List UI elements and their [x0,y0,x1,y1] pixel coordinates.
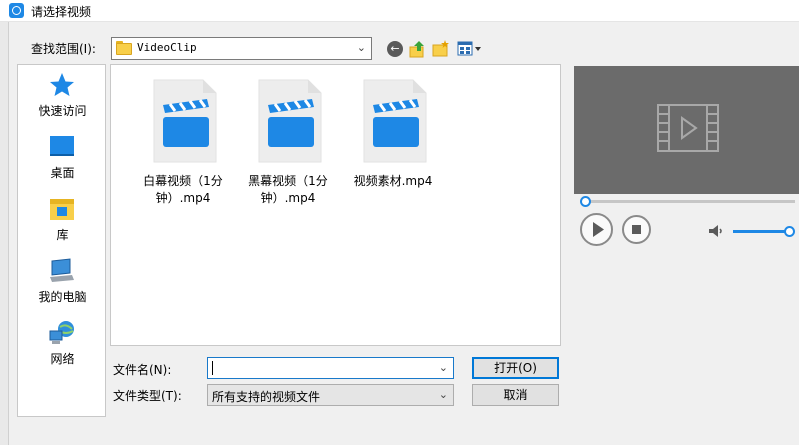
file-name-label: 文件名(N): [113,363,172,377]
cancel-button[interactable]: 取消 [472,384,559,406]
stop-button[interactable] [622,215,651,244]
network-icon [49,321,74,344]
video-preview [574,66,799,194]
volume-handle[interactable] [784,226,795,237]
back-icon[interactable]: ← [387,41,403,57]
file-name-line: 视频素材.mp4 [353,174,433,188]
film-placeholder-icon [657,104,719,152]
folder-icon [116,41,132,55]
file-type-label: 文件类型(T): [113,389,182,403]
place-library[interactable]: 库 [18,195,107,253]
library-icon [50,199,74,220]
file-type-select[interactable]: 所有支持的视频文件 ⌄ [207,384,454,406]
play-button[interactable] [580,213,613,246]
file-name-line: 白幕视频（1分 [143,174,223,188]
look-in-dropdown[interactable]: VideoClip ⌄ [111,37,372,60]
app-logo-icon [9,3,24,18]
background-window-edge [0,22,9,445]
file-name-line: 钟）.mp4 [155,191,211,205]
window-title: 请选择视频 [31,5,92,19]
seek-track[interactable] [582,200,795,203]
place-desktop[interactable]: 桌面 [18,133,107,191]
video-file-icon [153,79,217,163]
place-computer[interactable]: 我的电脑 [18,257,107,315]
seek-handle[interactable] [580,196,591,207]
desktop-icon [50,136,74,156]
file-name-line: 黑幕视频（1分 [248,174,328,188]
stop-icon [632,225,641,234]
chevron-down-icon[interactable]: ⌄ [357,41,366,54]
file-name-input[interactable]: ⌄ [207,357,454,379]
place-network[interactable]: 网络 [18,319,107,377]
video-file-icon [258,79,322,163]
computer-icon [50,258,74,282]
volume-track[interactable] [733,230,791,233]
file-name-line: 钟）.mp4 [260,191,316,205]
volume-icon[interactable] [708,224,726,238]
file-item[interactable]: 视频素材.mp4 [338,79,438,209]
up-folder-icon[interactable] [409,40,427,58]
open-button[interactable]: 打开(O) [472,357,559,379]
place-quick-access[interactable]: 快速访问 [18,71,107,129]
text-caret [212,361,213,375]
file-list: 白幕视频（1分 钟）.mp4 黑幕视频（1分 钟）.mp4 视频素材.mp4 [110,64,561,346]
file-type-value: 所有支持的视频文件 [212,390,321,404]
places-bar: 快速访问 桌面 库 我的电脑 网络 [17,64,106,417]
place-label: 我的电脑 [38,290,87,304]
play-icon [593,222,604,237]
new-folder-icon[interactable] [432,40,450,58]
place-label: 库 [56,228,69,242]
look-in-value: VideoClip [137,41,197,54]
file-item[interactable]: 白幕视频（1分 钟）.mp4 [128,79,228,209]
view-menu-icon[interactable] [457,40,483,58]
look-in-label: 查找范围(I): [31,42,96,56]
quick-access-star-icon [50,73,74,96]
place-label: 网络 [50,352,75,366]
place-label: 桌面 [50,166,75,180]
place-label: 快速访问 [38,104,87,118]
chevron-down-icon[interactable]: ⌄ [439,361,448,374]
title-bar: 请选择视频 [0,0,799,22]
chevron-down-icon[interactable]: ⌄ [439,388,448,401]
video-file-icon [363,79,427,163]
file-item[interactable]: 黑幕视频（1分 钟）.mp4 [233,79,333,209]
